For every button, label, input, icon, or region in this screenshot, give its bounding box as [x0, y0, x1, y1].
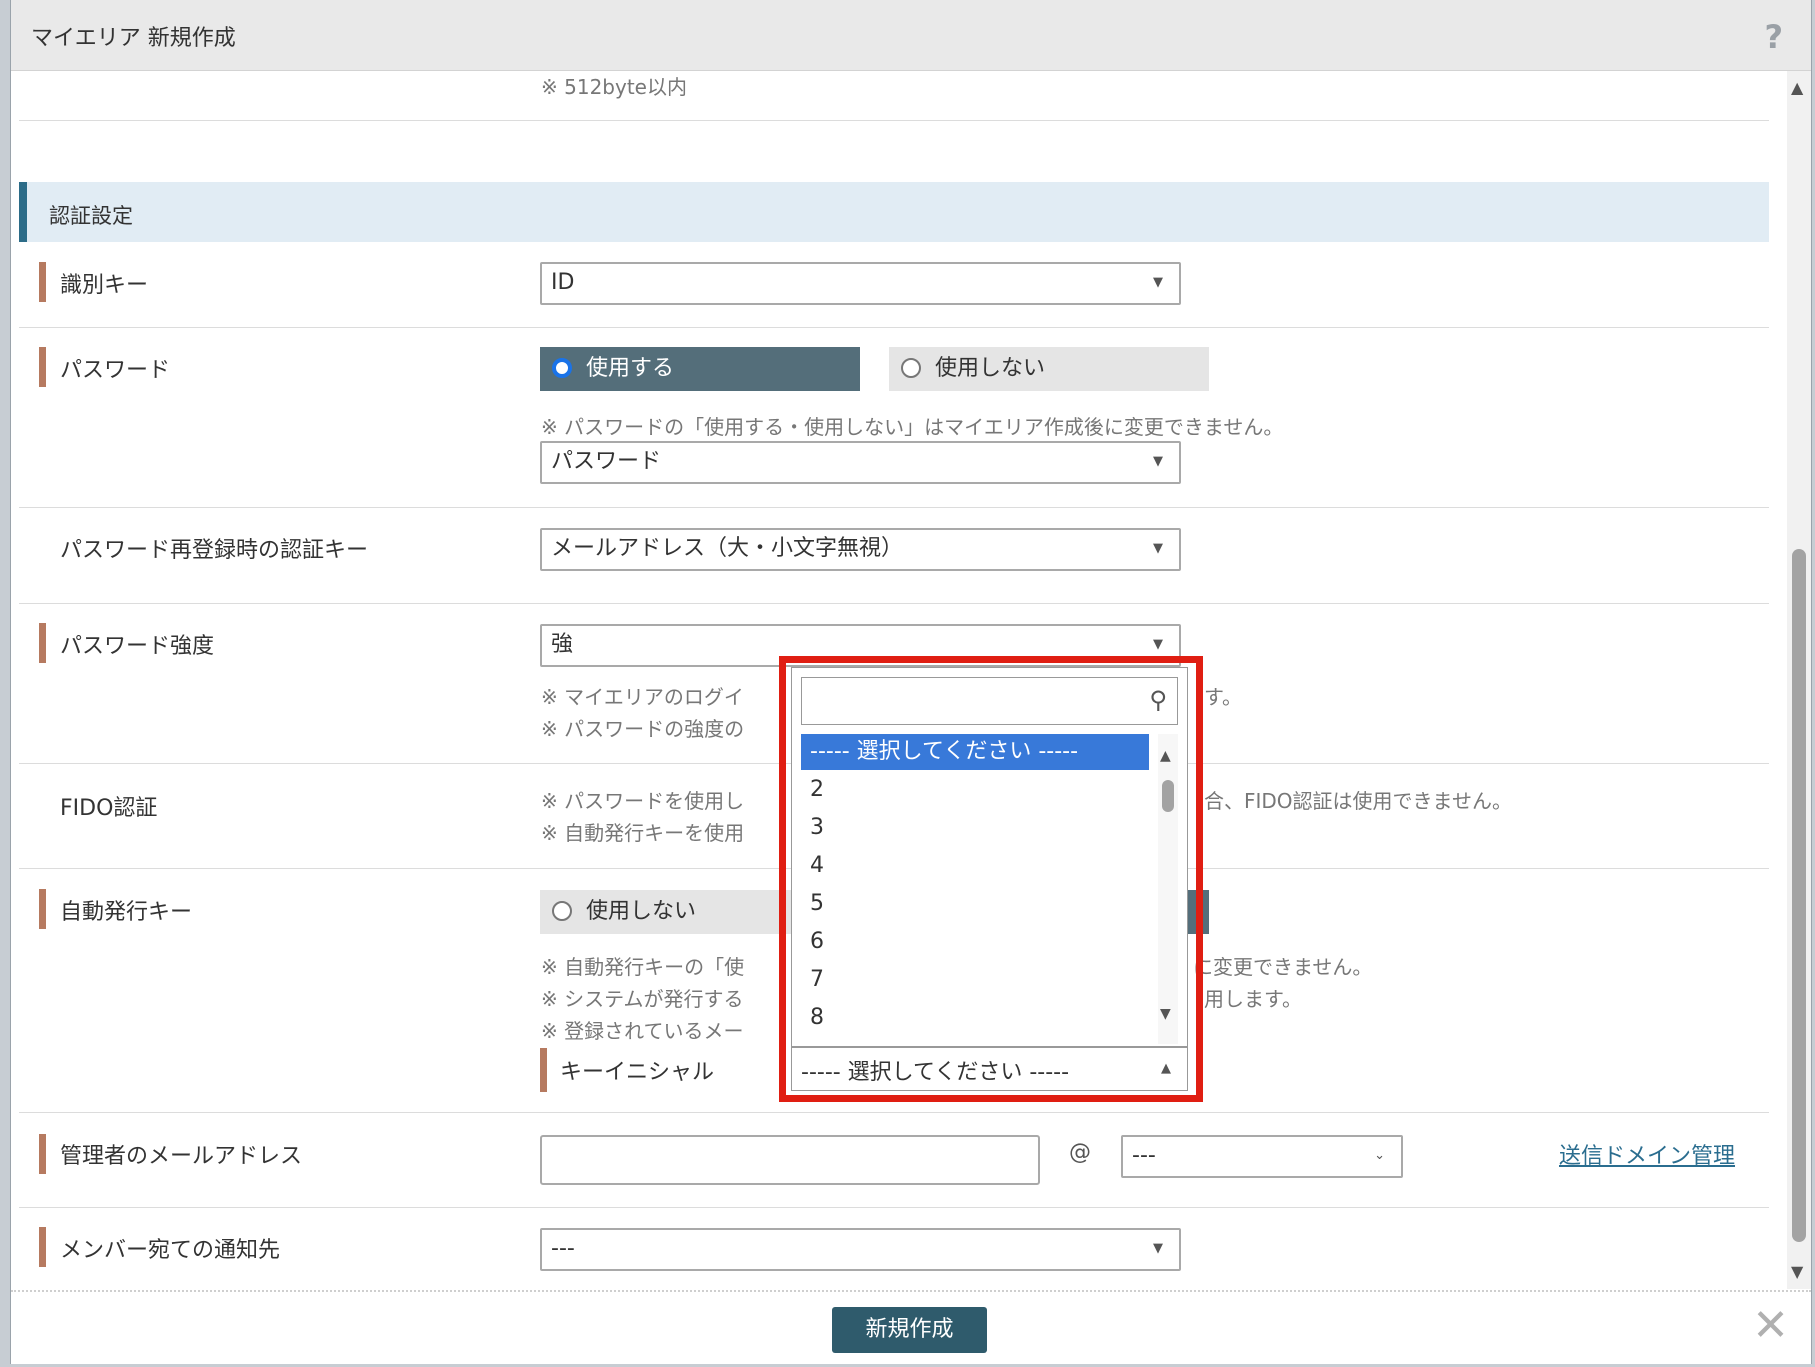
- identifier-key-value: ID: [551, 270, 575, 295]
- reregister-key-label: パスワード再登録時の認証キー: [60, 538, 369, 563]
- registered-note: ※ 登録されているメー: [541, 1019, 744, 1043]
- admin-email-label: 管理者のメールアドレス: [60, 1144, 303, 1169]
- close-icon[interactable]: ✕: [1752, 1300, 1789, 1351]
- strength-note: ※ パスワードの強度の: [541, 717, 745, 741]
- required-marker: [540, 1048, 547, 1092]
- chevron-down-icon: ▼: [1153, 454, 1163, 469]
- required-marker: [39, 623, 46, 663]
- scroll-down-icon[interactable]: ▼: [1791, 1262, 1803, 1281]
- divider: [19, 507, 1769, 508]
- required-marker: [39, 347, 46, 387]
- divider: [19, 120, 1769, 121]
- key-initial-label: キーイニシャル: [560, 1060, 715, 1085]
- dialog: マイエリア 新規作成 ? ※ 512byte以内 認証設定 識別キー ID ▼ …: [10, 0, 1812, 1364]
- divider: [19, 327, 1769, 328]
- login-note: ※ マイエリアのログイ: [541, 685, 744, 709]
- search-icon: ⚲: [1149, 686, 1167, 714]
- password-use-label: 使用する: [586, 356, 675, 381]
- fido-note-tail: 合、FIDO認証は使用できません。: [1204, 789, 1512, 813]
- scroll-up-icon[interactable]: ▲: [1160, 748, 1171, 764]
- dropdown-option[interactable]: 7: [801, 962, 1149, 998]
- divider: [19, 1207, 1769, 1208]
- password-label: パスワード: [60, 358, 171, 383]
- main-scrollbar-thumb[interactable]: [1792, 549, 1806, 1242]
- login-note-tail: す。: [1204, 685, 1242, 709]
- member-notice-label: メンバー宛ての通知先: [60, 1238, 281, 1263]
- key-initial-select[interactable]: ----- 選択してください ----- ▲: [791, 1047, 1188, 1091]
- admin-email-domain-value: ---: [1132, 1143, 1156, 1168]
- auto-key-not-use-label: 使用しない: [586, 899, 697, 924]
- dropdown-option[interactable]: 8: [801, 1000, 1149, 1036]
- scroll-down-icon[interactable]: ▼: [1160, 1006, 1171, 1022]
- dropdown-scrollbar-thumb[interactable]: [1162, 780, 1174, 812]
- dialog-titlebar: マイエリア 新規作成 ?: [11, 0, 1811, 71]
- password-not-use-label: 使用しない: [935, 356, 1046, 381]
- required-marker: [39, 262, 46, 302]
- auto-key-note-tail: に変更できません。: [1193, 955, 1373, 979]
- required-marker: [39, 1227, 46, 1267]
- chevron-down-icon: ⌄: [1374, 1148, 1385, 1163]
- required-marker: [39, 1134, 46, 1174]
- password-not-use-radio[interactable]: 使用しない: [889, 347, 1209, 391]
- create-button[interactable]: 新規作成: [832, 1307, 987, 1353]
- dialog-title: マイエリア 新規作成: [31, 26, 236, 51]
- fido-label: FIDO認証: [60, 796, 158, 821]
- system-key-note: ※ システムが発行する: [541, 987, 744, 1011]
- radio-unchecked-icon: [552, 901, 572, 921]
- chevron-up-icon: ▲: [1161, 1061, 1171, 1076]
- reregister-key-value: メールアドレス（大・小文字無視）: [551, 536, 904, 561]
- scroll-up-icon[interactable]: ▲: [1791, 78, 1803, 97]
- identifier-key-label: 識別キー: [60, 273, 149, 298]
- dialog-footer: 新規作成 ✕: [11, 1290, 1811, 1364]
- password-type-select[interactable]: パスワード ▼: [540, 441, 1181, 484]
- divider: [19, 1112, 1769, 1113]
- dropdown-option[interactable]: 3: [801, 810, 1149, 846]
- password-strength-value: 強: [551, 632, 574, 657]
- auto-key-label: 自動発行キー: [60, 900, 193, 925]
- radio-unchecked-icon: [901, 358, 921, 378]
- dropdown-option[interactable]: 5: [801, 886, 1149, 922]
- required-marker: [39, 889, 46, 929]
- password-type-value: パスワード: [551, 449, 662, 474]
- password-use-radio[interactable]: 使用する: [540, 347, 860, 391]
- radio-checked-icon: [552, 358, 572, 378]
- password-strength-label: パスワード強度: [60, 634, 215, 659]
- member-notice-select[interactable]: --- ▼: [540, 1228, 1181, 1271]
- section-title: 認証設定: [49, 204, 133, 228]
- divider: [19, 603, 1769, 604]
- fido-note-2: ※ 自動発行キーを使用: [541, 821, 745, 845]
- dropdown-option[interactable]: 6: [801, 924, 1149, 960]
- chevron-down-icon: ▼: [1153, 541, 1163, 556]
- admin-email-local-input[interactable]: [540, 1135, 1040, 1185]
- key-initial-dropdown[interactable]: ⚲ ----- 選択してください ----- 2 3 4 5 6 7 8 ▲ ▼: [791, 667, 1188, 1047]
- admin-email-domain-select[interactable]: --- ⌄: [1121, 1135, 1403, 1178]
- member-notice-value: ---: [551, 1236, 575, 1261]
- dropdown-search-input[interactable]: ⚲: [801, 677, 1178, 725]
- section-header-auth: 認証設定: [19, 182, 1769, 242]
- fido-note: ※ パスワードを使用し: [541, 789, 745, 813]
- auto-key-note: ※ 自動発行キーの「使: [541, 955, 745, 979]
- domain-management-link[interactable]: 送信ドメイン管理: [1559, 1138, 1735, 1170]
- byte-limit-note: ※ 512byte以内: [541, 75, 687, 99]
- dropdown-option[interactable]: ----- 選択してください -----: [801, 734, 1149, 770]
- dropdown-option[interactable]: 4: [801, 848, 1149, 884]
- at-sign: @: [1069, 1140, 1091, 1165]
- identifier-key-select[interactable]: ID ▼: [540, 262, 1181, 305]
- key-initial-value: ----- 選択してください -----: [801, 1060, 1070, 1085]
- password-change-note: ※ パスワードの「使用する・使用しない」はマイエリア作成後に変更できません。: [541, 415, 1284, 439]
- chevron-down-icon: ▼: [1153, 1241, 1163, 1256]
- dropdown-option[interactable]: 2: [801, 772, 1149, 808]
- chevron-down-icon: ▼: [1153, 275, 1163, 290]
- system-key-note-tail: 用します。: [1204, 987, 1302, 1011]
- reregister-key-select[interactable]: メールアドレス（大・小文字無視） ▼: [540, 528, 1181, 571]
- help-icon[interactable]: ?: [1764, 18, 1783, 56]
